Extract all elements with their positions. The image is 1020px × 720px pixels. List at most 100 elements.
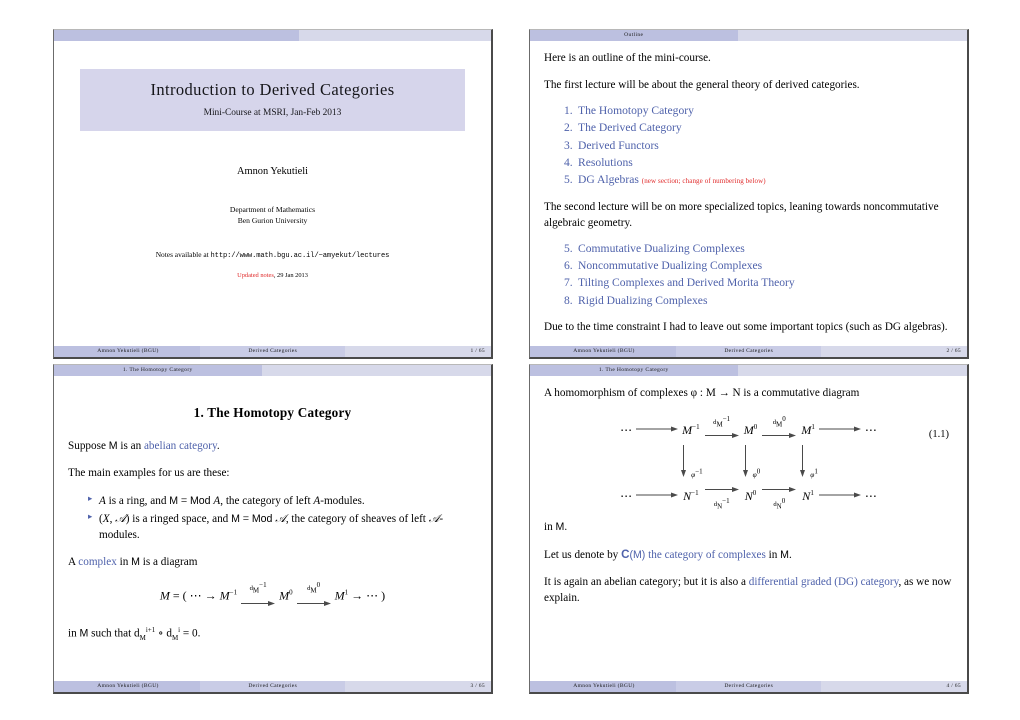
node-dots-right: ⋯ bbox=[864, 422, 877, 437]
slide-1-body: Introduction to Derived Categories Mini-… bbox=[54, 41, 491, 346]
vertical-arrow-cell: φ0 bbox=[741, 444, 760, 482]
list-item[interactable]: 8. Rigid Dualizing Complexes bbox=[564, 292, 953, 309]
diagram-top-row: ⋯ M−1 dM−1 M0 dM0 M1 ⋯ bbox=[617, 415, 880, 445]
item-number: 8. bbox=[564, 293, 573, 307]
list-item[interactable]: 5. Commutative Dualizing Complexes bbox=[564, 240, 953, 257]
footer-author: Amnon Yekutieli (BGU) bbox=[54, 681, 200, 692]
cocycle-condition-paragraph: in M such that dMi+1 ∘ dMi = 0. bbox=[68, 625, 201, 642]
arrow-down-icon bbox=[800, 444, 806, 477]
item-number: 7. bbox=[564, 276, 573, 290]
diagram-vertical-row: φ−1 φ0 φ1 bbox=[617, 444, 880, 482]
footer-author: Amnon Yekutieli (BGU) bbox=[530, 681, 676, 692]
list-item[interactable]: 1. The Homotopy Category bbox=[564, 102, 953, 119]
arrow-cell-labelled: dN−1 bbox=[703, 482, 741, 511]
node-dots-left: ⋯ bbox=[620, 422, 633, 437]
footer-author: Amnon Yekutieli (BGU) bbox=[54, 346, 200, 357]
title-box: Introduction to Derived Categories Mini-… bbox=[80, 69, 465, 131]
examples-paragraph: The main examples for us are these: bbox=[68, 466, 230, 479]
outline-intro-paragraph: Here is an outline of the mini-course. bbox=[544, 52, 711, 64]
page-title: Introduction to Derived Categories bbox=[150, 80, 395, 99]
slide-4-header-bar: 1. The Homotopy Category bbox=[530, 365, 967, 376]
list-item: A is a ring, and M = Mod A, the category… bbox=[88, 492, 477, 509]
footer-title: Derived Categories bbox=[199, 346, 346, 357]
denote-post: . bbox=[788, 549, 792, 562]
notes-url[interactable]: http://www.math.bgu.ac.il/~amyekut/lectu… bbox=[211, 252, 390, 260]
header-segment-light bbox=[737, 30, 967, 41]
arrow-right-icon bbox=[636, 492, 679, 498]
category-of-complexes-paragraph: Let us denote by C(M) the category of co… bbox=[544, 547, 953, 564]
display-equation-complex: M = ( ⋯ → M−1 dM−1 M0 dM0 M1 → ⋯) bbox=[68, 582, 477, 612]
node-N-minus1: N−1 bbox=[683, 488, 699, 503]
list-item[interactable]: 3. Derived Functors bbox=[564, 137, 953, 154]
link-category-of-complexes[interactable]: the category of complexes bbox=[645, 549, 766, 561]
link-abelian-category[interactable]: abelian category bbox=[144, 440, 217, 452]
slide-3: 1. The Homotopy Category 1. The Homotopy… bbox=[53, 364, 493, 694]
arrow-right-icon bbox=[818, 492, 861, 498]
labelled-arrow: dM−1 bbox=[704, 415, 739, 445]
header-segment-light bbox=[737, 365, 967, 376]
in-M-prefix: in bbox=[544, 521, 556, 534]
outline-list-second-lecture: 5. Commutative Dualizing Complexes 6. Nonc… bbox=[544, 240, 953, 310]
symbol-M: M bbox=[131, 555, 140, 568]
footer-page-number: 1 / 65 bbox=[345, 346, 491, 357]
symbol-M: M bbox=[108, 439, 118, 452]
list-item[interactable]: 6. Noncommutative Dualizing Complexes bbox=[564, 257, 953, 274]
list-item[interactable]: 2. The Derived Category bbox=[564, 119, 953, 136]
updated-notes-label: Updated notes bbox=[237, 272, 274, 280]
item-label: Rigid Dualizing Complexes bbox=[578, 293, 708, 307]
outline-list-first-lecture: 1. The Homotopy Category 2. The Derived Ca… bbox=[544, 102, 953, 189]
vertical-arrow-cell: φ1 bbox=[798, 444, 818, 482]
outline-closing-paragraph: Due to the time constraint I had to leav… bbox=[544, 321, 948, 334]
list-item[interactable]: 5. DG Algebras (new section; change of nu… bbox=[564, 171, 953, 188]
labelled-arrow: dN−1 bbox=[704, 482, 739, 511]
arrow-right-icon bbox=[704, 433, 739, 439]
symbol-M: M bbox=[780, 549, 789, 562]
labelled-arrow: dM0 bbox=[296, 582, 331, 612]
list-item[interactable]: 7. Tilting Complexes and Derived Morita T… bbox=[564, 274, 953, 291]
affiliation-line-2: Ben Gurion University bbox=[237, 215, 308, 225]
slide-2-body: Here is an outline of the mini-course. T… bbox=[530, 41, 967, 346]
arrow-cell bbox=[818, 482, 862, 511]
node-N-0: N0 bbox=[744, 488, 757, 503]
outline-first-lecture-paragraph: The first lecture will be about the gene… bbox=[544, 78, 860, 91]
homomorphism-paragraph: A homomorphism of complexes φ : M → N is… bbox=[544, 387, 860, 399]
arrow-right-icon bbox=[762, 486, 797, 492]
in-M-post: . bbox=[564, 521, 568, 534]
node-dots-left: ⋯ bbox=[620, 488, 633, 503]
item-label: The Derived Category bbox=[578, 121, 682, 135]
arrow-cell-labelled: dN0 bbox=[760, 482, 798, 511]
link-complex[interactable]: complex bbox=[78, 556, 117, 568]
labelled-arrow: dN0 bbox=[762, 482, 797, 511]
item-label: Noncommutative Dualizing Complexes bbox=[578, 258, 763, 272]
vertical-arrow-label: φ−1 bbox=[691, 467, 703, 479]
link-dg-category[interactable]: differential graded (DG) category bbox=[749, 576, 899, 588]
arrow-right-icon bbox=[818, 426, 861, 432]
list-item[interactable]: 4. Resolutions bbox=[564, 154, 953, 171]
affiliation: Department of Mathematics Ben Gurion Uni… bbox=[68, 204, 477, 227]
complex-paragraph: A complex in M is a diagram bbox=[68, 555, 477, 571]
updated-notes-line: Updated notes, 29 Jan 2013 bbox=[68, 271, 477, 280]
node-M-minus1: M−1 bbox=[682, 422, 700, 437]
complex-mid: in bbox=[116, 555, 132, 568]
arrow-cell bbox=[635, 482, 679, 511]
item-label: Resolutions bbox=[578, 155, 633, 169]
slide-1-footer-bar: Amnon Yekutieli (BGU) Derived Categories… bbox=[54, 346, 491, 357]
arrow-cell bbox=[635, 416, 679, 445]
item-number: 4. bbox=[564, 155, 573, 169]
item-label: Commutative Dualizing Complexes bbox=[578, 241, 745, 255]
list-item: (X, 𝒜) is a ringed space, and M = Mod 𝒜,… bbox=[88, 510, 477, 544]
footer-title: Derived Categories bbox=[675, 681, 822, 692]
arrow-right-icon bbox=[296, 600, 331, 606]
item-number: 2. bbox=[564, 121, 573, 135]
handout-sheet: Introduction to Derived Categories Mini-… bbox=[0, 0, 1020, 720]
footer-author: Amnon Yekutieli (BGU) bbox=[530, 346, 676, 357]
slide-2-header-title: Outline bbox=[624, 32, 644, 38]
footer-page-number: 3 / 65 bbox=[345, 681, 491, 692]
slide-3-body: 1. The Homotopy Category Suppose M is an… bbox=[54, 376, 491, 681]
slide-3-header-bar: 1. The Homotopy Category bbox=[54, 365, 491, 376]
slide-4-footer-bar: Amnon Yekutieli (BGU) Derived Categories… bbox=[530, 681, 967, 692]
footer-page-number: 4 / 65 bbox=[821, 681, 967, 692]
affiliation-line-1: Department of Mathematics bbox=[229, 204, 316, 214]
dg-prefix: It is again an abelian category; but it … bbox=[544, 576, 749, 589]
item-label: The Homotopy Category bbox=[578, 103, 694, 117]
